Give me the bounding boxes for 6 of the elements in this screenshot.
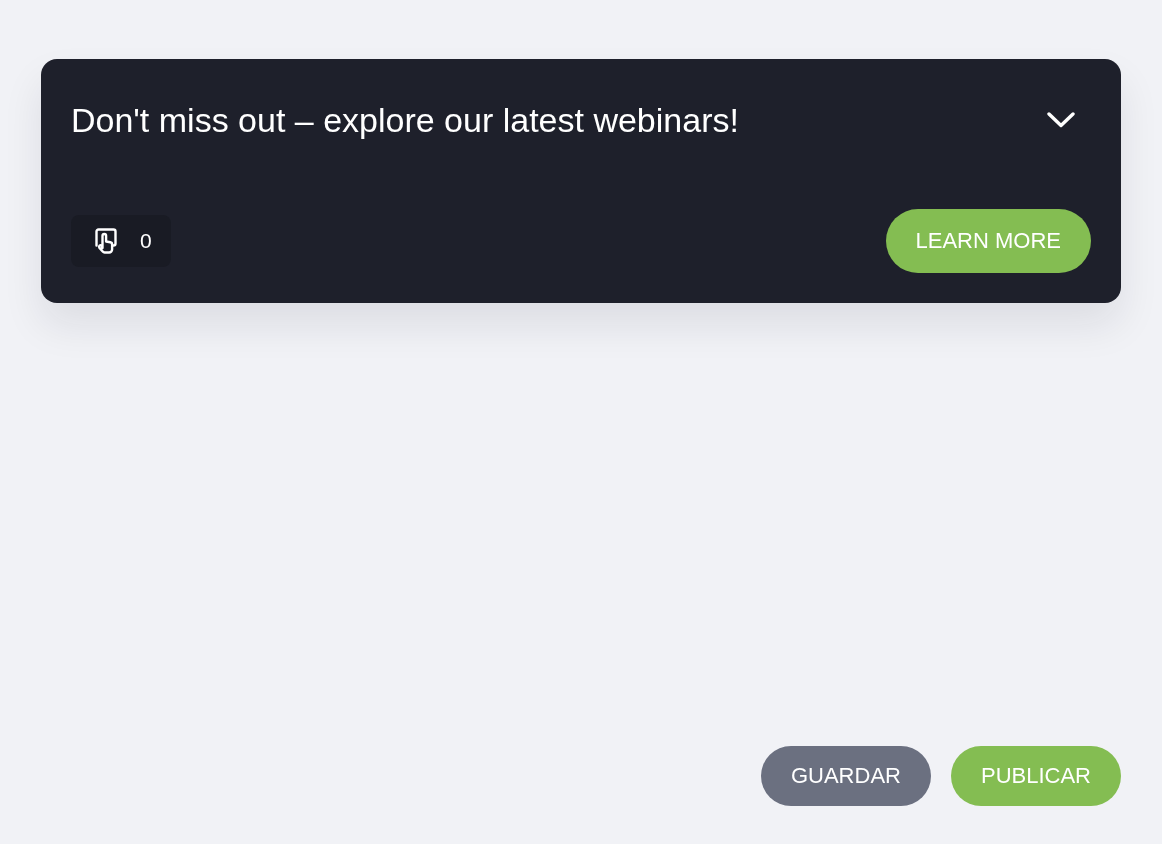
chevron-down-icon[interactable] (1047, 112, 1075, 128)
banner-title: Don't miss out – explore our latest webinars! (71, 100, 739, 140)
publish-button[interactable]: PUBLICAR (950, 746, 1121, 806)
learn-more-button[interactable]: LEARN MORE (885, 209, 1091, 273)
click-count: 0 (140, 229, 152, 253)
save-button[interactable]: GUARDAR (760, 746, 931, 806)
